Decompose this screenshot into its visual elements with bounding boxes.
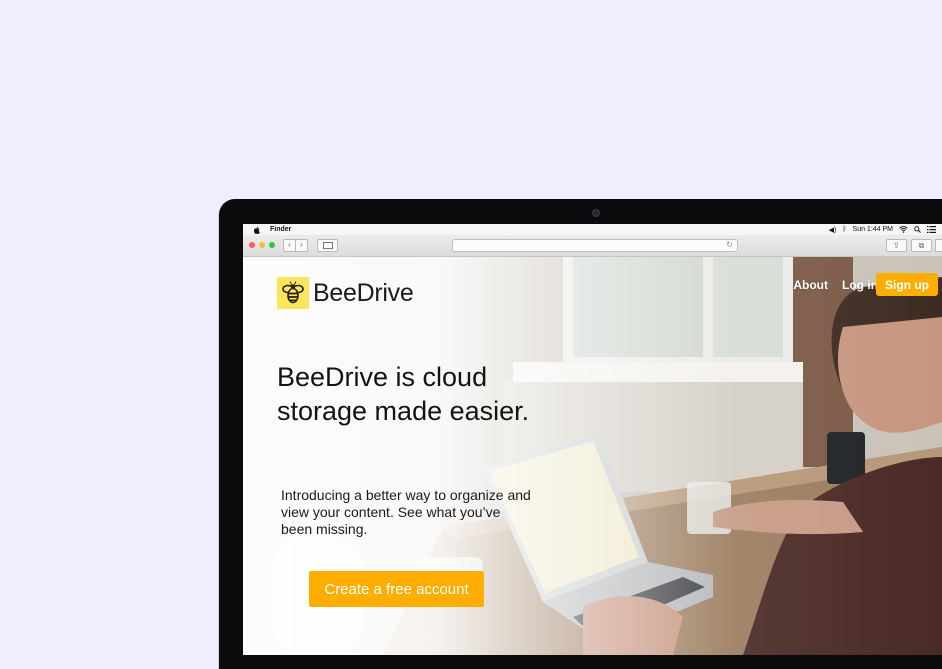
site-logo[interactable]: BeeDrive	[277, 277, 414, 309]
nav-about-link[interactable]: About	[793, 278, 828, 292]
forward-button[interactable]: ›	[296, 239, 308, 252]
browser-toolbar: ‹ › ↻ ⇪ ⧉	[243, 235, 942, 257]
hero-subtext: Introducing a better way to organize and…	[281, 487, 531, 537]
menubar-clock[interactable]: Sun 1:44 PM	[853, 226, 893, 233]
hero-headline: BeeDrive is cloud storage made easier.	[277, 362, 530, 426]
laptop-screen: Finder ◀) ᛒ Sun 1:44 PM ‹ › ↻ ⇪ ⧉ BeeDri…	[243, 224, 942, 655]
bee-icon	[277, 277, 309, 309]
reload-icon[interactable]: ↻	[726, 240, 733, 249]
hero-section: BeeDrive About Log in Sign up BeeDrive i…	[243, 257, 942, 655]
list-icon[interactable]	[927, 226, 936, 233]
wifi-icon[interactable]	[899, 226, 908, 233]
sidebar-toggle-button[interactable]	[317, 239, 338, 252]
address-bar[interactable]: ↻	[452, 239, 738, 252]
nav-login-link[interactable]: Log in	[842, 278, 878, 292]
new-tab-button[interactable]	[935, 239, 942, 252]
bluetooth-icon[interactable]: ᛒ	[842, 226, 846, 233]
share-icon[interactable]: ⇪	[886, 239, 907, 252]
site-nav: About Log in	[793, 278, 878, 292]
menubar-status: ◀) ᛒ Sun 1:44 PM	[829, 226, 942, 234]
logo-text: BeeDrive	[313, 278, 414, 307]
camera-icon	[592, 209, 600, 217]
apple-icon[interactable]	[253, 225, 261, 234]
zoom-window-button[interactable]	[269, 242, 275, 248]
create-account-button[interactable]: Create a free account	[309, 571, 484, 607]
back-button[interactable]: ‹	[283, 239, 296, 252]
volume-icon[interactable]: ◀)	[829, 226, 837, 234]
signup-button[interactable]: Sign up	[876, 273, 938, 296]
history-nav: ‹ ›	[283, 239, 308, 252]
menubar-app-name[interactable]: Finder	[270, 226, 291, 233]
search-icon[interactable]	[914, 226, 921, 233]
minimize-window-button[interactable]	[259, 242, 265, 248]
tabs-icon[interactable]: ⧉	[911, 239, 932, 252]
close-window-button[interactable]	[249, 242, 255, 248]
